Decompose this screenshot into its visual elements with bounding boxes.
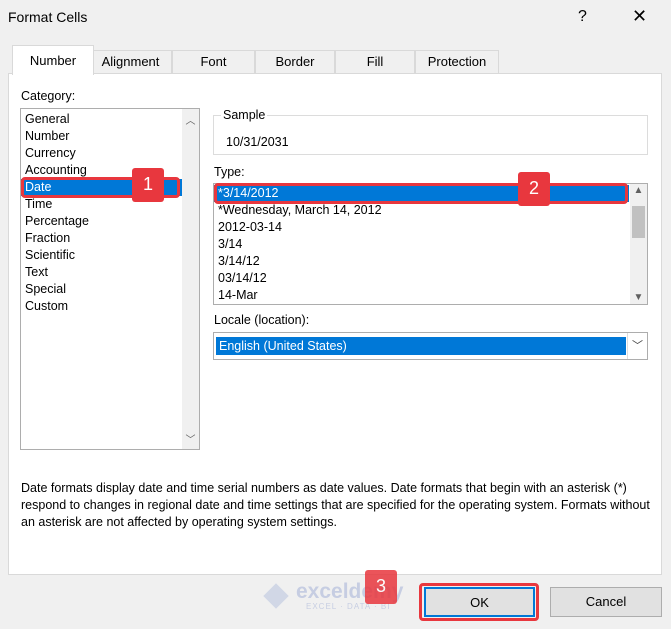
locale-label: Locale (location): bbox=[214, 313, 310, 327]
category-item[interactable]: Fraction bbox=[21, 230, 199, 247]
category-item[interactable]: Currency bbox=[21, 145, 199, 162]
type-item[interactable]: 3/14/12 bbox=[214, 253, 629, 270]
tab-protection[interactable]: Protection bbox=[415, 50, 499, 74]
step-badge-1: 1 bbox=[132, 168, 164, 202]
category-item[interactable]: Scientific bbox=[21, 247, 199, 264]
sample-label: Sample bbox=[221, 108, 268, 122]
description-text: Date formats display date and time seria… bbox=[21, 481, 650, 529]
scroll-up-icon[interactable]: ︿ bbox=[182, 112, 199, 127]
tab-font[interactable]: Font bbox=[172, 50, 255, 74]
dialog-title: Format Cells bbox=[8, 9, 88, 25]
highlight-ok bbox=[419, 583, 539, 621]
type-item[interactable]: 14-Mar bbox=[214, 287, 629, 304]
category-item[interactable]: Custom bbox=[21, 298, 199, 315]
type-item[interactable]: 2012-03-14 bbox=[214, 219, 629, 236]
category-list[interactable]: General Number Currency Accounting Date Time P… bbox=[20, 108, 200, 450]
scroll-up-icon[interactable]: ▲ bbox=[630, 185, 647, 196]
category-scrollbar[interactable]: ︿ ﹀ bbox=[182, 109, 199, 449]
type-item[interactable]: 03/14/12 bbox=[214, 270, 629, 287]
category-label: Category: bbox=[21, 89, 76, 103]
close-button[interactable]: ✕ bbox=[632, 6, 647, 27]
chevron-down-icon[interactable]: ﹀ bbox=[627, 333, 647, 359]
locale-value: English (United States) bbox=[216, 337, 626, 355]
step-badge-3: 3 bbox=[365, 570, 397, 604]
step-badge-2: 2 bbox=[518, 172, 550, 206]
type-item[interactable]: 3/14 bbox=[214, 236, 629, 253]
scroll-thumb[interactable] bbox=[632, 206, 645, 238]
tab-fill[interactable]: Fill bbox=[335, 50, 415, 74]
sample-value: 10/31/2031 bbox=[226, 135, 289, 149]
type-item[interactable]: *Wednesday, March 14, 2012 bbox=[214, 202, 629, 219]
category-item[interactable]: Percentage bbox=[21, 213, 199, 230]
scroll-down-icon[interactable]: ▼ bbox=[630, 292, 647, 303]
tab-alignment[interactable]: Alignment bbox=[89, 50, 172, 74]
category-item[interactable]: Time bbox=[21, 196, 199, 213]
category-item[interactable]: Special bbox=[21, 281, 199, 298]
locale-select[interactable]: English (United States) ﹀ bbox=[213, 332, 648, 360]
type-label: Type: bbox=[214, 165, 245, 179]
category-item[interactable]: Text bbox=[21, 264, 199, 281]
tab-border[interactable]: Border bbox=[255, 50, 335, 74]
scroll-down-icon[interactable]: ﹀ bbox=[182, 431, 199, 446]
sample-box: Sample 10/31/2031 bbox=[213, 108, 648, 155]
help-button[interactable]: ? bbox=[578, 8, 587, 26]
logo-icon bbox=[263, 583, 289, 609]
highlight-type bbox=[214, 183, 628, 204]
cancel-button[interactable]: Cancel bbox=[550, 587, 662, 617]
type-scrollbar[interactable]: ▲ ▼ bbox=[630, 184, 647, 304]
category-item[interactable]: General bbox=[21, 111, 199, 128]
category-item[interactable]: Number bbox=[21, 128, 199, 145]
tab-number[interactable]: Number bbox=[12, 45, 94, 75]
